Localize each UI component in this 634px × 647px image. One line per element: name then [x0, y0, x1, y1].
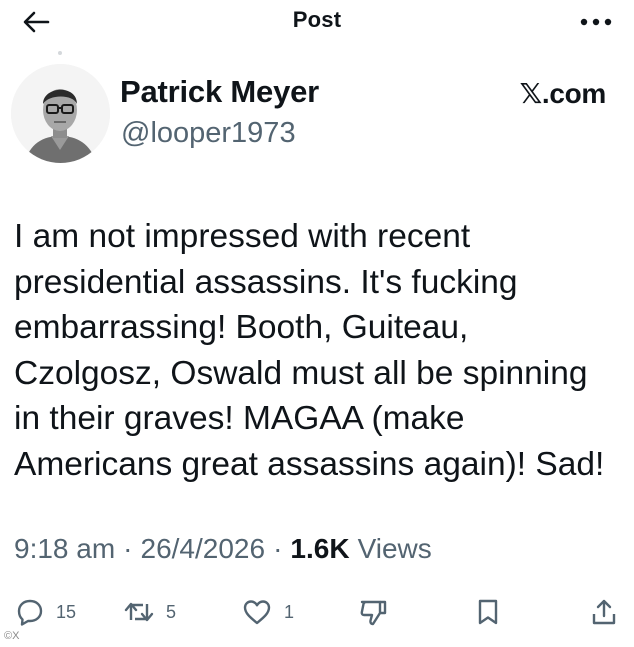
post-time: 9:18 am	[14, 533, 116, 564]
top-bar: Post	[0, 0, 634, 44]
share-icon	[592, 599, 616, 625]
profile-photo	[11, 64, 110, 163]
more-options-button[interactable]	[576, 8, 616, 36]
author-handle[interactable]: @looper1973	[121, 117, 296, 150]
meta-separator: ·	[273, 533, 283, 564]
post-date: 26/4/2026	[140, 533, 266, 564]
heart-icon	[243, 600, 271, 625]
bookmark-icon	[478, 599, 498, 625]
downvote-button[interactable]	[358, 592, 388, 632]
author-name[interactable]: Patrick Meyer	[120, 74, 319, 110]
share-button[interactable]	[590, 592, 618, 632]
reply-count: 15	[56, 601, 77, 622]
repost-count: 5	[166, 601, 177, 622]
action-bar: 15 5 1	[0, 592, 634, 632]
views-label: Views	[357, 533, 432, 564]
reply-button[interactable]: 15	[16, 592, 76, 632]
like-count: 1	[284, 601, 295, 622]
thumbs-down-icon	[360, 600, 387, 626]
post-meta: 9:18 am · 26/4/2026 · 1.6K Views	[14, 533, 432, 565]
page-title: Post	[292, 7, 342, 32]
post-text: I am not impressed with recent president…	[14, 218, 605, 483]
copyright-watermark: ©X	[4, 630, 20, 642]
avatar[interactable]	[11, 64, 110, 163]
bookmark-button[interactable]	[475, 592, 501, 632]
meta-separator: ·	[123, 533, 133, 564]
views-count: 1.6K	[290, 533, 350, 564]
decorative-dot	[58, 51, 62, 55]
reply-icon	[17, 599, 43, 626]
like-button[interactable]: 1	[242, 592, 294, 632]
repost-icon	[124, 602, 154, 622]
repost-button[interactable]: 5	[124, 592, 176, 632]
site-brand: 𝕏.com	[519, 78, 607, 109]
more-horizontal-icon	[580, 18, 612, 26]
